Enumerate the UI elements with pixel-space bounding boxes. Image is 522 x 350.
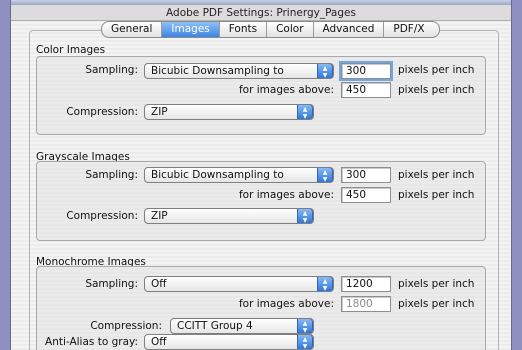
color-compression-label: Compression:	[66, 106, 138, 118]
monochrome-compression-popup[interactable]: CCITT Group 4 ▲ ▼	[170, 318, 314, 334]
updown-arrows-icon: ▲ ▼	[297, 105, 313, 119]
monochrome-above-label: for images above:	[238, 298, 334, 310]
monochrome-sampling-label: Sampling:	[85, 278, 138, 290]
monochrome-compression-label: Compression:	[90, 320, 162, 332]
antialias-value: Off	[151, 336, 167, 348]
color-above-label: for images above:	[238, 84, 334, 96]
monochrome-sampling-value: Off	[151, 278, 167, 290]
grayscale-sampling-value: Bicubic Downsampling to	[151, 169, 284, 181]
grayscale-resolution-field[interactable]: 300	[341, 167, 391, 183]
color-sampling-popup[interactable]: Bicubic Downsampling to ▲ ▼	[144, 63, 334, 79]
window-title: Adobe PDF Settings: Prinergy_Pages	[11, 5, 511, 21]
tab-bar: General Images Fonts Color Advanced PDF/…	[101, 21, 440, 38]
monochrome-above-field[interactable]: 1800	[341, 296, 391, 312]
grayscale-sampling-label: Sampling:	[85, 169, 138, 181]
updown-arrows-icon: ▲ ▼	[297, 335, 313, 349]
tab-fonts[interactable]: Fonts	[220, 22, 268, 37]
antialias-popup[interactable]: Off ▲ ▼	[144, 334, 314, 350]
tab-general[interactable]: General	[102, 22, 163, 37]
grayscale-compression-popup[interactable]: ZIP ▲ ▼	[144, 208, 314, 224]
tab-advanced[interactable]: Advanced	[314, 22, 385, 37]
color-sampling-label: Sampling:	[85, 64, 138, 76]
grayscale-above-ppi-label: pixels per inch	[398, 189, 475, 201]
updown-arrows-icon: ▲ ▼	[317, 168, 333, 182]
color-above-ppi-label: pixels per inch	[398, 84, 475, 96]
color-resolution-field[interactable]: 300	[339, 61, 393, 81]
color-compression-popup[interactable]: ZIP ▲ ▼	[144, 104, 314, 120]
tab-pdfx[interactable]: PDF/X	[384, 22, 438, 37]
monochrome-sampling-popup[interactable]: Off ▲ ▼	[144, 276, 334, 292]
updown-arrows-icon: ▲ ▼	[297, 209, 313, 223]
updown-arrows-icon: ▲ ▼	[317, 64, 333, 78]
tab-color[interactable]: Color	[267, 22, 314, 37]
color-compression-value: ZIP	[151, 106, 168, 118]
monochrome-resolution-field[interactable]: 1200	[341, 276, 391, 292]
updown-arrows-icon: ▲ ▼	[297, 319, 313, 333]
monochrome-above-ppi-label: pixels per inch	[398, 298, 475, 310]
color-sampling-value: Bicubic Downsampling to	[151, 65, 284, 77]
grayscale-above-field[interactable]: 450	[341, 187, 391, 203]
monochrome-compression-value: CCITT Group 4	[177, 320, 253, 332]
grayscale-sampling-popup[interactable]: Bicubic Downsampling to ▲ ▼	[144, 167, 334, 183]
color-ppi-label: pixels per inch	[398, 64, 475, 76]
monochrome-ppi-label: pixels per inch	[398, 278, 475, 290]
updown-arrows-icon: ▲ ▼	[317, 277, 333, 291]
tab-images[interactable]: Images	[162, 22, 220, 37]
grayscale-compression-value: ZIP	[151, 210, 168, 222]
grayscale-compression-label: Compression:	[66, 210, 138, 222]
grayscale-ppi-label: pixels per inch	[398, 169, 475, 181]
grayscale-above-label: for images above:	[238, 189, 334, 201]
color-above-field[interactable]: 450	[341, 82, 391, 98]
antialias-label: Anti-Alias to gray:	[45, 336, 138, 348]
color-images-title: Color Images	[36, 44, 106, 56]
